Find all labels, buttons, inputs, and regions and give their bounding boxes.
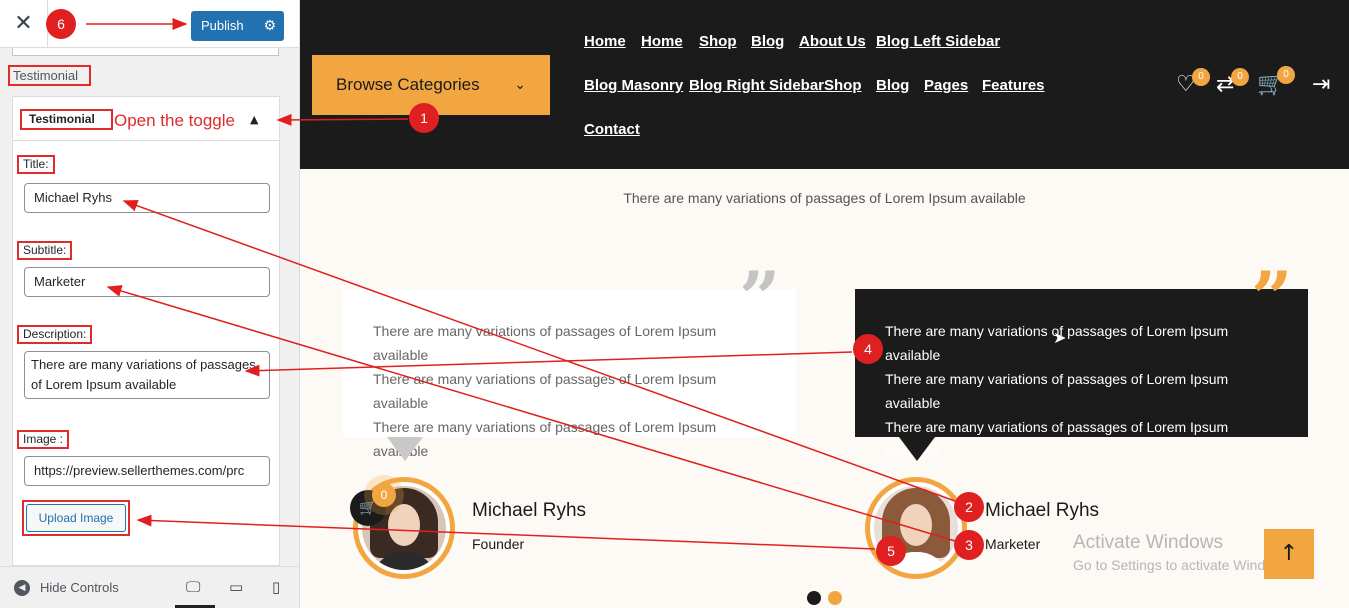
chevron-down-icon: ⌄ <box>514 77 526 93</box>
annotation-marker-4: 4 <box>853 334 883 364</box>
title-label: Title: <box>17 155 55 174</box>
site-preview: Browse Categories ⌄ Home Home Shop Blog … <box>300 0 1349 608</box>
testimonial-line: There are many variations of passages of… <box>885 371 1229 411</box>
person-name: Michael Ryhs <box>472 500 587 521</box>
subtitle-label: Subtitle: <box>17 241 73 260</box>
wishlist-count-badge: 0 <box>1192 68 1210 86</box>
browse-categories-label: Browse Categories <box>336 75 480 94</box>
quote-icon-accent: ” <box>1251 255 1293 340</box>
annotation-marker-5: 5 <box>876 536 906 566</box>
nav-blog-left-sidebar[interactable]: Blog Left Sidebar <box>876 33 1000 50</box>
annotation-marker-1: 1 <box>409 103 439 133</box>
activate-windows-subtitle: Go to Settings to activate Windows. <box>1073 557 1294 573</box>
quote-icon: ” <box>739 255 781 340</box>
nav-blog-2[interactable]: Blog <box>876 77 909 94</box>
annotation-marker-3: 3 <box>954 530 984 560</box>
annotation-spacer <box>953 474 957 476</box>
mobile-preview-icon[interactable]: ▯ <box>272 578 280 596</box>
testimonial-toggle-label[interactable]: Testimonial <box>20 109 113 130</box>
desktop-preview-icon[interactable]: 🖵 <box>186 578 200 596</box>
person-role: Founder <box>472 536 525 552</box>
cart-count-badge: 0 <box>1277 66 1295 84</box>
person-name-active: Michael Ryhs <box>985 500 1100 521</box>
card-pointer-active <box>899 437 935 461</box>
slider-dot-active[interactable] <box>828 591 842 605</box>
close-icon[interactable]: ✕ <box>0 0 48 48</box>
slider-dot[interactable] <box>807 591 821 605</box>
logout-icon[interactable]: ⇥ <box>1312 72 1330 97</box>
image-label: Image : <box>17 430 70 449</box>
activate-windows-title: Activate Windows <box>1073 532 1223 553</box>
upload-highlight: Upload Image <box>22 500 130 536</box>
arrow-up-icon[interactable]: ↑ <box>1264 529 1314 579</box>
testimonial-card: There are many variations of passages of… <box>343 289 796 459</box>
title-input[interactable]: Michael Ryhs <box>24 183 270 213</box>
hide-controls-icon[interactable]: ◀ <box>14 580 30 596</box>
testimonial-card-active: There are many variations of passages of… <box>855 289 1308 459</box>
annotation-marker-6: 6 <box>46 9 76 39</box>
section-intro-text: There are many variations of passages of… <box>623 190 1026 206</box>
toggle-hint-text: Open the toggle <box>114 111 235 130</box>
avatar-active <box>865 477 967 579</box>
image-url-input[interactable]: https://preview.sellerthemes.com/prc <box>24 456 270 486</box>
testimonial-line: There are many variations of passages of… <box>885 323 1229 363</box>
testimonial-line: There are many variations of passages of… <box>373 419 717 459</box>
customizer-sidebar: ✕ Publish ⚙ Testimonial Testimonial Open… <box>0 0 300 608</box>
section-title: Testimonial <box>8 65 91 86</box>
testimonial-line: There are many variations of passages of… <box>373 371 717 411</box>
testimonial-line: There are many variations of passages of… <box>373 323 717 363</box>
hide-controls-button[interactable]: Hide Controls <box>40 580 119 595</box>
subtitle-input[interactable]: Marketer <box>24 267 270 297</box>
annotation-marker-2: 2 <box>954 492 984 522</box>
publish-label: Publish <box>201 18 244 33</box>
caret-up-icon[interactable]: ▲ <box>250 113 258 126</box>
nav-home-2[interactable]: Home <box>641 33 683 50</box>
sidebar-header: ✕ Publish ⚙ <box>0 0 299 48</box>
testimonial-toggle-row[interactable]: Testimonial Open the toggle ▲ <box>13 97 279 141</box>
site-header: Browse Categories ⌄ Home Home Shop Blog … <box>300 0 1349 169</box>
nav-home[interactable]: Home <box>584 33 626 50</box>
testimonial-line: There are many variations of passages of… <box>885 419 1229 459</box>
nav-blog-masonry[interactable]: Blog Masonry <box>584 77 683 94</box>
description-label: Description: <box>17 325 93 344</box>
testimonial-panel: Testimonial Open the toggle ▲ Title: Mic… <box>12 96 280 566</box>
previous-control-edge <box>12 48 279 56</box>
nav-about-us[interactable]: About Us <box>799 33 866 50</box>
nav-blog[interactable]: Blog <box>751 33 784 50</box>
sidebar-footer: ◀ Hide Controls 🖵 ▭ ▯ <box>0 566 299 608</box>
publish-button[interactable]: Publish ⚙ <box>191 11 284 41</box>
mouse-cursor-icon: ➤ <box>1053 328 1067 347</box>
card-pointer <box>387 437 423 461</box>
nav-blog-right-sidebar[interactable]: Blog Right Sidebar <box>689 77 824 94</box>
tablet-preview-icon[interactable]: ▭ <box>229 578 243 596</box>
nav-pages[interactable]: Pages <box>924 77 968 94</box>
upload-image-button[interactable]: Upload Image <box>26 504 126 532</box>
nav-shop-2[interactable]: Shop <box>824 77 862 94</box>
nav-contact[interactable]: Contact <box>584 121 640 138</box>
person-role-active: Marketer <box>985 536 1041 552</box>
floating-cart-badge: 0 <box>372 483 396 507</box>
gear-icon[interactable]: ⚙ <box>263 11 276 41</box>
compare-count-badge: 0 <box>1231 68 1249 86</box>
nav-shop[interactable]: Shop <box>699 33 737 50</box>
nav-features[interactable]: Features <box>982 77 1045 94</box>
description-textarea[interactable]: There are many variations of passages of… <box>24 351 270 399</box>
